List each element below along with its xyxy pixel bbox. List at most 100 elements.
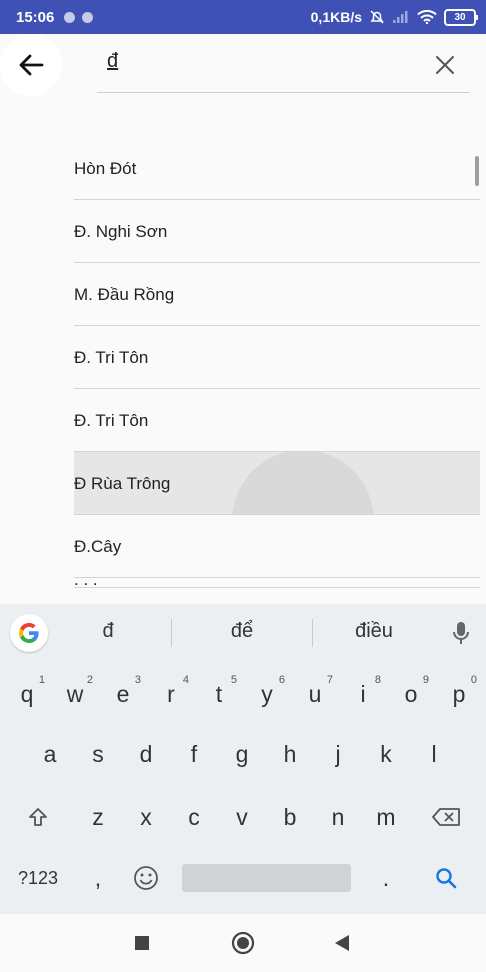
- triangle-back-icon: [335, 935, 349, 951]
- list-item-label: Đ. Tri Tôn: [74, 411, 149, 430]
- search-key[interactable]: [424, 852, 468, 904]
- key-s[interactable]: s: [76, 728, 120, 780]
- list-item[interactable]: Đ.Cây: [74, 515, 480, 578]
- key-b[interactable]: b: [268, 791, 312, 843]
- key-a[interactable]: a: [28, 728, 72, 780]
- key-w[interactable]: w2: [53, 668, 97, 720]
- status-bar: 15:06 0,1KB/s 30: [0, 0, 486, 34]
- key-n[interactable]: n: [316, 791, 360, 843]
- key-i[interactable]: i8: [341, 668, 385, 720]
- key-v[interactable]: v: [220, 791, 264, 843]
- list-item-label: Hòn Đót: [74, 159, 137, 178]
- key-c[interactable]: c: [172, 791, 216, 843]
- key-hint: 4: [182, 674, 189, 686]
- backspace-icon: [432, 808, 460, 826]
- search-icon: [436, 868, 457, 889]
- network-speed: 0,1KB/s: [310, 9, 362, 25]
- arrow-left-icon: [19, 54, 44, 76]
- keyboard: đ để điều q1 w2 e3 r4 t5 y6 u7 i8 o9 p0 …: [0, 604, 486, 914]
- list-item[interactable]: Hòn Đót: [74, 137, 480, 200]
- key-label: w: [66, 680, 84, 707]
- key-label: y: [261, 680, 273, 707]
- key-hint: 1: [38, 674, 45, 686]
- navigation-bar: [0, 914, 486, 972]
- back-button[interactable]: [0, 34, 62, 96]
- key-m[interactable]: m: [364, 791, 408, 843]
- key-q[interactable]: q1: [5, 668, 49, 720]
- key-label: q: [20, 680, 34, 707]
- results-list[interactable]: Hòn Đót Đ. Nghi Sơn M. Đầu Rồng Đ. Tri T…: [0, 137, 486, 604]
- key-k[interactable]: k: [364, 728, 408, 780]
- key-f[interactable]: f: [172, 728, 216, 780]
- recents-button[interactable]: [129, 930, 155, 956]
- scrollbar-thumb[interactable]: [475, 156, 479, 186]
- list-item-pressed[interactable]: Đ Rùa Trông: [74, 452, 480, 515]
- key-x[interactable]: x: [124, 791, 168, 843]
- key-label: r: [167, 680, 175, 707]
- period-key[interactable]: .: [364, 852, 408, 904]
- status-time: 15:06: [16, 8, 55, 26]
- key-hint: 7: [326, 674, 333, 686]
- list-item-label: . . .: [74, 578, 98, 588]
- key-hint: 9: [422, 674, 429, 686]
- key-label: p: [452, 680, 466, 707]
- key-j[interactable]: j: [316, 728, 360, 780]
- key-p[interactable]: p0: [437, 668, 481, 720]
- key-hint: 0: [470, 674, 477, 686]
- shift-icon: [29, 808, 47, 826]
- key-o[interactable]: o9: [389, 668, 433, 720]
- emoji-key[interactable]: [124, 852, 168, 904]
- clear-search-button[interactable]: [430, 50, 460, 80]
- spacebar-key[interactable]: [182, 864, 351, 892]
- list-item-label: Đ. Tri Tôn: [74, 348, 149, 367]
- back-nav-button[interactable]: [329, 930, 355, 956]
- key-g[interactable]: g: [220, 728, 264, 780]
- list-item-label: M. Đầu Rồng: [74, 285, 175, 304]
- suggestion-divider: [171, 619, 172, 647]
- key-label: i: [360, 680, 366, 707]
- notification-dot-icon: [82, 11, 94, 23]
- suggestion-strip: đ để điều: [0, 604, 486, 659]
- key-label: u: [308, 680, 322, 707]
- key-r[interactable]: r4: [149, 668, 193, 720]
- key-y[interactable]: y6: [245, 668, 289, 720]
- suggestion-item[interactable]: để: [182, 620, 302, 643]
- microphone-icon: [453, 622, 469, 644]
- suggestion-item[interactable]: đ: [48, 620, 168, 643]
- list-item[interactable]: . . .: [74, 578, 480, 588]
- home-button[interactable]: [230, 930, 256, 956]
- wifi-icon: [417, 10, 437, 24]
- backspace-key[interactable]: [424, 791, 468, 843]
- list-item[interactable]: Đ. Nghi Sơn: [74, 200, 480, 263]
- key-h[interactable]: h: [268, 728, 312, 780]
- list-item[interactable]: M. Đầu Rồng: [74, 263, 480, 326]
- list-item[interactable]: Đ. Tri Tôn: [74, 389, 480, 452]
- key-label: t: [215, 680, 223, 707]
- suggestion-divider: [312, 619, 313, 647]
- emoji-icon: [134, 866, 158, 890]
- google-logo-icon[interactable]: [10, 614, 48, 652]
- key-z[interactable]: z: [76, 791, 120, 843]
- key-e[interactable]: e3: [101, 668, 145, 720]
- list-item[interactable]: Đ. Tri Tôn: [74, 326, 480, 389]
- key-d[interactable]: d: [124, 728, 168, 780]
- key-label: o: [404, 680, 418, 707]
- key-u[interactable]: u7: [293, 668, 337, 720]
- key-hint: 3: [134, 674, 141, 686]
- shift-key[interactable]: [16, 791, 60, 843]
- key-l[interactable]: l: [412, 728, 456, 780]
- suggestion-item[interactable]: điều: [314, 620, 434, 643]
- square-icon: [135, 936, 149, 950]
- voice-input-button[interactable]: [447, 618, 475, 648]
- symbols-key[interactable]: ?123: [16, 852, 60, 904]
- key-hint: 6: [278, 674, 285, 686]
- key-t[interactable]: t5: [197, 668, 241, 720]
- comma-key[interactable]: ,: [76, 852, 120, 904]
- search-input[interactable]: đ: [107, 50, 118, 73]
- home-circle-icon: [231, 931, 255, 955]
- battery-icon: 30: [444, 8, 478, 26]
- touch-ripple: [232, 452, 374, 514]
- key-hint: 8: [374, 674, 381, 686]
- key-label: e: [116, 680, 130, 707]
- signal-icon: [393, 11, 408, 23]
